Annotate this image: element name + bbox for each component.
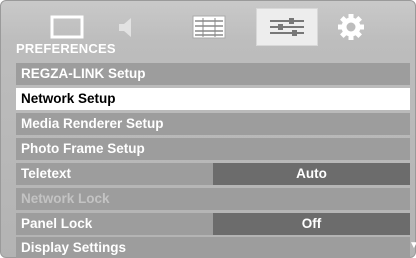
menu-item-network-lock: Network Lock bbox=[16, 188, 410, 210]
menu-item-photo-frame-setup[interactable]: Photo Frame Setup bbox=[16, 138, 410, 160]
menu-item-regza-link-setup[interactable]: REGZA-LINK Setup bbox=[16, 63, 410, 85]
preferences-menu-panel: PREFERENCES REGZA-LINK Setup Network Set… bbox=[0, 0, 416, 258]
menu-item-display-settings[interactable]: Display Settings bbox=[16, 237, 410, 258]
menu-item-label: Network Lock bbox=[21, 191, 110, 206]
menu-item-teletext[interactable]: Teletext Auto bbox=[16, 163, 410, 185]
setup-icon bbox=[192, 15, 226, 39]
menu-item-label: Teletext bbox=[21, 166, 72, 181]
picture-icon bbox=[50, 15, 84, 39]
teletext-value[interactable]: Auto bbox=[213, 163, 410, 185]
preferences-icon bbox=[270, 18, 304, 36]
tab-preferences[interactable] bbox=[256, 8, 318, 46]
panel-lock-value[interactable]: Off bbox=[213, 213, 410, 235]
menu-item-media-renderer-setup[interactable]: Media Renderer Setup bbox=[16, 113, 410, 135]
tab-sound[interactable] bbox=[97, 10, 153, 44]
sound-icon bbox=[119, 18, 131, 37]
menu-item-label: Media Renderer Setup bbox=[21, 116, 164, 131]
menu-item-network-setup[interactable]: Network Setup bbox=[16, 88, 410, 110]
tab-picture[interactable] bbox=[39, 10, 95, 44]
tab-settings[interactable] bbox=[323, 10, 379, 44]
menu-item-label: Photo Frame Setup bbox=[21, 141, 145, 156]
tab-setup[interactable] bbox=[181, 10, 237, 44]
menu-item-label: Panel Lock bbox=[21, 216, 93, 231]
menu-item-label: Display Settings bbox=[21, 240, 127, 255]
scroll-down-indicator: ▼ bbox=[409, 240, 416, 251]
settings-gear-icon bbox=[338, 14, 364, 40]
menu-item-panel-lock[interactable]: Panel Lock Off bbox=[16, 213, 410, 235]
menu-item-label: REGZA-LINK Setup bbox=[21, 66, 146, 81]
menu-item-label: Network Setup bbox=[21, 91, 116, 106]
section-title: PREFERENCES bbox=[16, 41, 116, 56]
